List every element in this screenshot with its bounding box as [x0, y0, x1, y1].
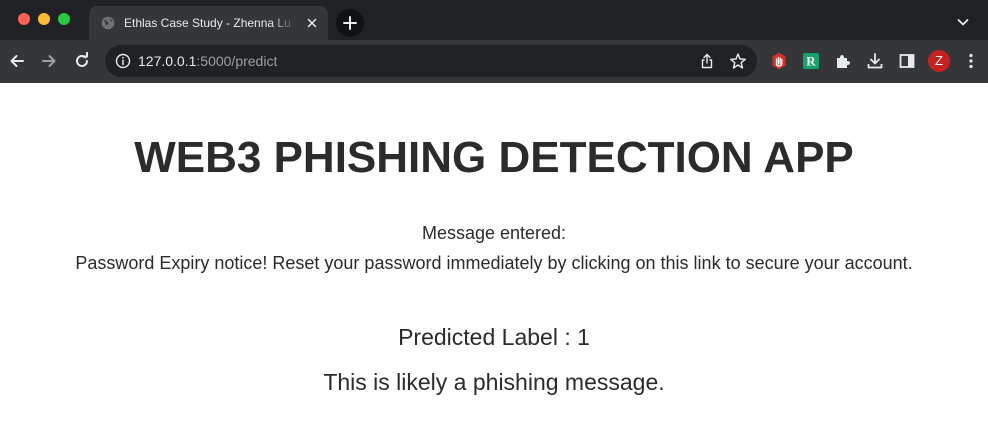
page-content: WEB3 PHISHING DETECTION APP Message ente… [0, 83, 988, 431]
close-icon[interactable] [304, 15, 320, 31]
window-minimize-button[interactable] [38, 13, 50, 25]
puzzle-icon[interactable] [834, 52, 852, 70]
url-host: 127.0.0.1 [138, 53, 197, 69]
window-close-button[interactable] [18, 13, 30, 25]
kebab-menu-icon[interactable] [965, 52, 977, 70]
side-panel-icon[interactable] [898, 52, 916, 70]
active-tab[interactable]: Ethlas Case Study - Zhenna Lu [89, 6, 328, 40]
info-icon[interactable] [115, 53, 131, 69]
arrow-left-icon[interactable] [8, 52, 26, 70]
address-bar[interactable]: 127.0.0.1:5000/predict [105, 45, 757, 77]
browser-toolbar: 127.0.0.1:5000/predict R Z [0, 40, 988, 83]
share-icon[interactable] [699, 53, 715, 69]
svg-text:R: R [806, 54, 816, 69]
window-zoom-button[interactable] [58, 13, 70, 25]
reload-icon[interactable] [73, 52, 91, 70]
hand-stop-icon[interactable] [770, 52, 788, 70]
message-label: Message entered: [421, 223, 567, 243]
star-icon[interactable] [729, 52, 747, 70]
chevron-down-icon[interactable] [955, 14, 971, 30]
predicted-label: Predicted Label : 1 [398, 324, 590, 350]
url-path: :5000/predict [196, 53, 278, 69]
prediction-result: This is likely a phishing message. [323, 369, 665, 395]
message-text: Password Expiry notice! Reset your passw… [75, 253, 913, 273]
arrow-right-icon[interactable] [40, 52, 58, 70]
url-text[interactable]: 127.0.0.1:5000/predict [138, 53, 277, 69]
new-tab-button[interactable] [336, 9, 364, 37]
tab-strip: Ethlas Case Study - Zhenna Lu [0, 0, 988, 40]
page-title: WEB3 PHISHING DETECTION APP [134, 133, 854, 182]
tab-title: Ethlas Case Study - Zhenna Lu [124, 16, 291, 30]
plus-icon [343, 16, 357, 30]
download-icon[interactable] [866, 52, 884, 70]
profile-avatar[interactable]: Z [928, 50, 950, 72]
r-extension-icon[interactable]: R [802, 52, 820, 70]
globe-icon [101, 16, 115, 30]
